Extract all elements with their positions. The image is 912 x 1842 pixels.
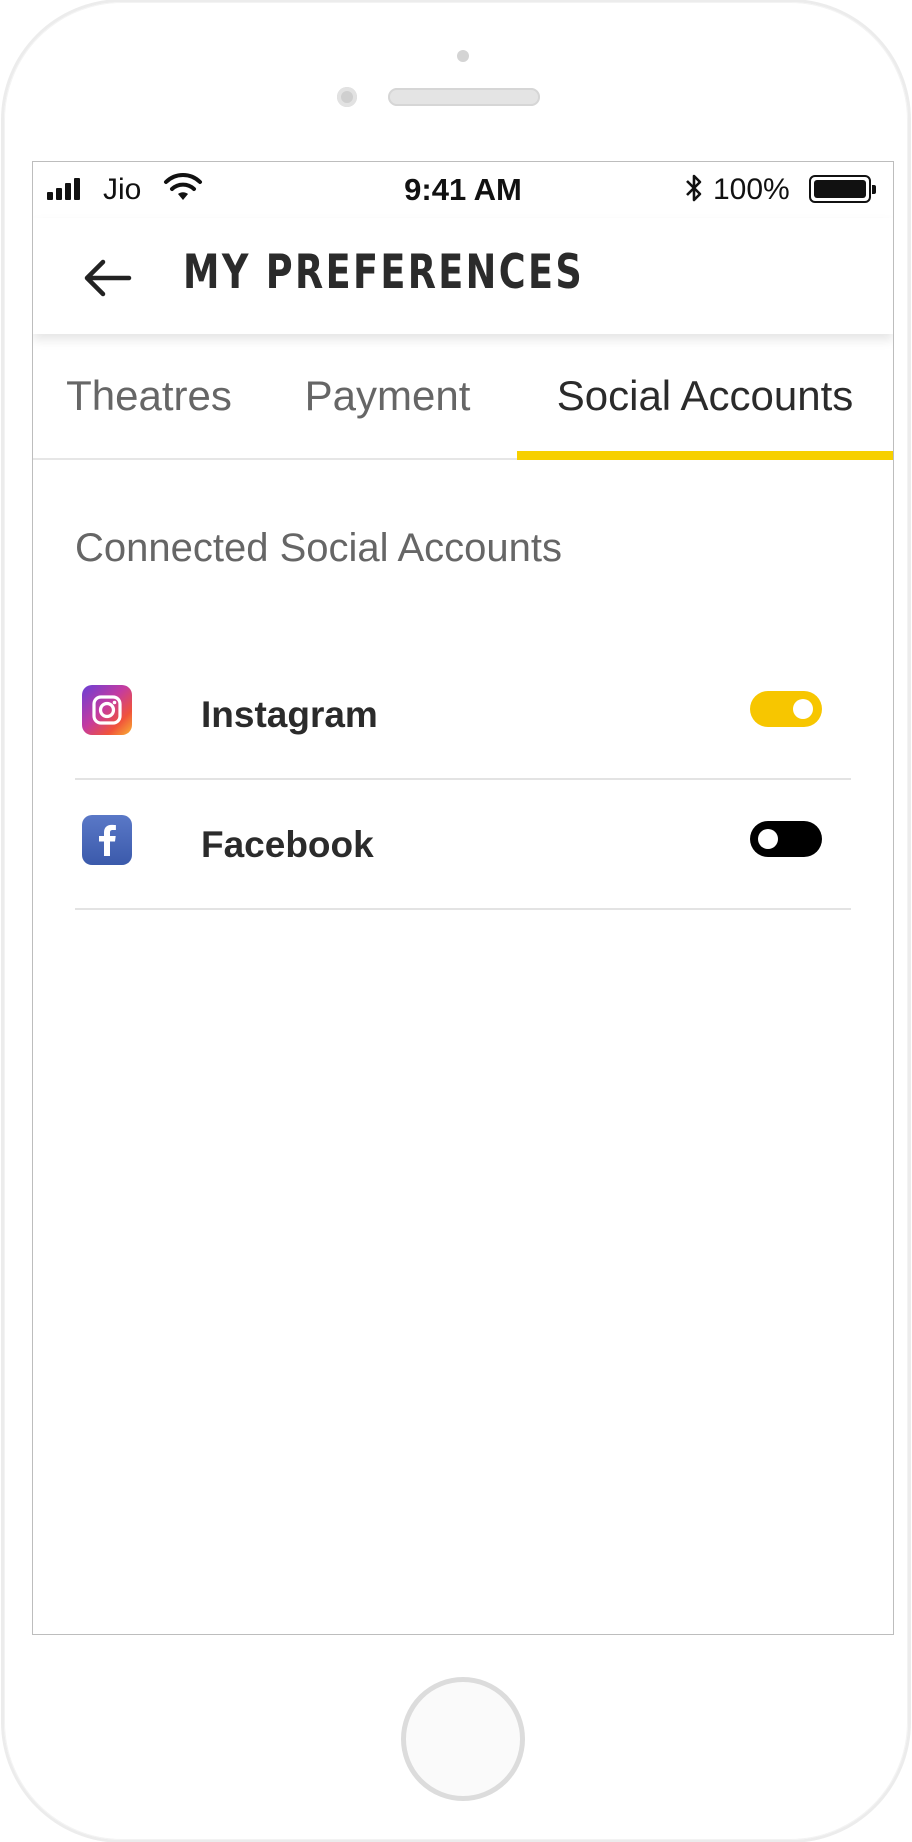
battery-icon [809, 175, 876, 203]
section-heading: Connected Social Accounts [75, 526, 562, 570]
list-item-facebook: Facebook [75, 780, 851, 910]
page-title: MY PREFERENCES [183, 245, 585, 300]
account-name: Instagram [201, 694, 378, 735]
proximity-sensor [337, 87, 357, 107]
tab-theatres[interactable]: Theatres [33, 334, 265, 458]
app-header: MY PREFERENCES [33, 218, 893, 334]
facebook-toggle[interactable] [750, 821, 822, 857]
tab-social-accounts[interactable]: Social Accounts [517, 334, 893, 460]
bluetooth-icon [683, 172, 705, 209]
battery-percent: 100% [713, 173, 790, 206]
app-screen: Jio 9:41 AM 100% MY PREFERENCES Theatres… [32, 161, 894, 1635]
back-arrow-icon[interactable] [79, 250, 135, 306]
account-name: Facebook [201, 824, 374, 865]
front-camera [457, 50, 469, 62]
instagram-toggle[interactable] [750, 691, 822, 727]
tab-bar: Theatres Payment Social Accounts [33, 334, 893, 460]
instagram-icon [82, 685, 132, 735]
status-bar: Jio 9:41 AM 100% [33, 162, 893, 218]
phone-frame: Jio 9:41 AM 100% MY PREFERENCES Theatres… [4, 2, 908, 1840]
home-button[interactable] [401, 1677, 525, 1801]
earpiece-speaker [388, 88, 540, 106]
facebook-icon [82, 815, 132, 865]
tab-payment[interactable]: Payment [265, 334, 510, 458]
list-item-instagram: Instagram [75, 650, 851, 780]
